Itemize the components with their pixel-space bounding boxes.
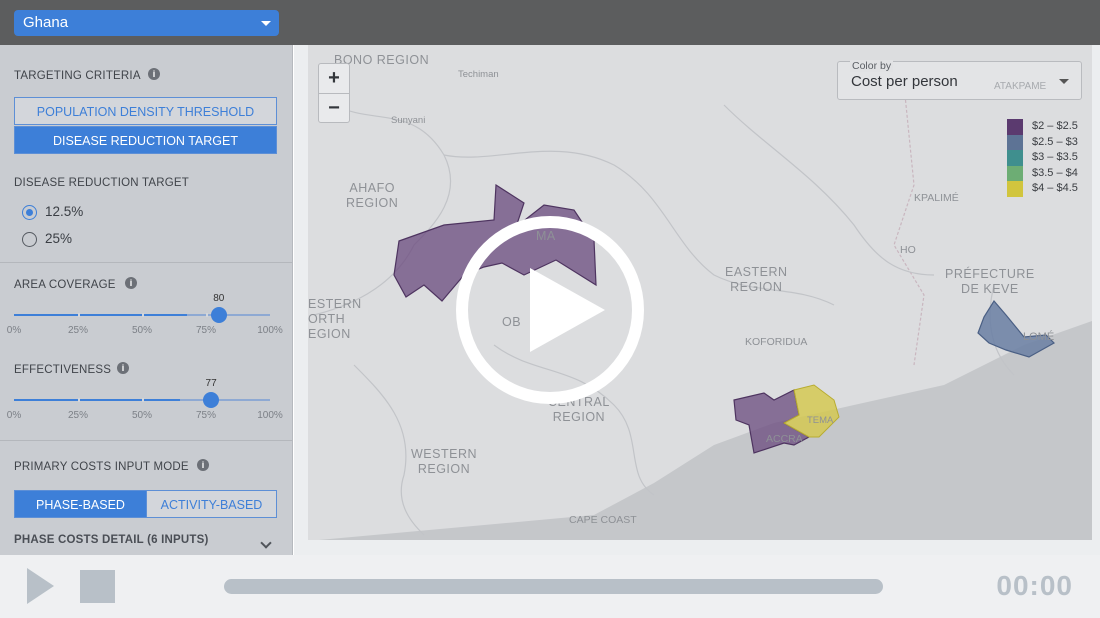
info-icon[interactable]: i	[117, 362, 129, 374]
map-label-ahafo: AHAFO REGION	[346, 181, 399, 210]
map-label-techiman: Techiman	[458, 69, 499, 80]
legend-swatch	[1007, 165, 1023, 181]
radio-label: 12.5%	[45, 204, 84, 219]
slider-tick-label: 25%	[67, 325, 89, 336]
sea-area	[308, 315, 1100, 555]
map-margin	[294, 45, 308, 555]
slider-tick	[142, 313, 144, 317]
slider-tick	[78, 313, 80, 317]
map-label-sunyani: Sunyani	[391, 115, 426, 126]
zoom-out-button[interactable]: −	[319, 94, 349, 123]
slider-thumb[interactable]	[210, 307, 227, 323]
divider	[0, 262, 292, 263]
population-density-threshold-button[interactable]: POPULATION DENSITY THRESHOLD	[14, 97, 277, 125]
disease-reduction-target-heading: DISEASE REDUCTION TARGET	[14, 177, 189, 189]
effectiveness-heading: EFFECTIVENESS	[14, 364, 112, 376]
legend-label: $2.5 – $3	[1032, 135, 1078, 148]
slider-tick	[206, 313, 208, 317]
legend-swatch	[1007, 181, 1023, 197]
legend-swatch	[1007, 119, 1023, 135]
color-by-value: Cost per person	[851, 73, 958, 90]
targeting-criteria-heading: TARGETING CRITERIA	[14, 70, 141, 82]
slider-tick-label: 100%	[257, 325, 283, 336]
stop-icon[interactable]	[80, 570, 115, 603]
primary-costs-heading: PRIMARY COSTS INPUT MODE	[14, 461, 189, 473]
map-label-ho: HO	[900, 244, 916, 256]
map-label-atakpame: ATAKPAME	[994, 81, 1047, 92]
map-label-accra: ACCRA	[766, 433, 803, 445]
slider-track[interactable]	[14, 307, 270, 323]
map-label-cape-coast: CAPE COAST	[569, 514, 637, 526]
legend-label: $3 – $3.5	[1032, 151, 1078, 163]
district-cost-2.5-3[interactable]	[977, 299, 1055, 358]
slider-tick-label: 100%	[257, 410, 283, 421]
radio-checked-icon[interactable]	[22, 205, 37, 220]
legend-swatch	[1007, 134, 1023, 150]
zoom-controls: + −	[318, 63, 350, 123]
area-coverage-heading: AREA COVERAGE	[14, 279, 116, 291]
top-bar: Ghana	[0, 0, 1100, 45]
radio-label: 25%	[45, 231, 73, 246]
slider-tick-label: 0%	[6, 325, 22, 336]
legend-label: $4 – $4.5	[1032, 182, 1078, 194]
legend-swatch	[1007, 150, 1023, 166]
map-label-koforidua: KOFORIDUA	[745, 336, 808, 348]
slider-tick-label: 75%	[195, 325, 217, 336]
color-by-label: Color by	[850, 60, 894, 72]
map-label-prefecture: PRÉFECTURE DE KEVE	[945, 267, 1035, 296]
slider-tick-label: 75%	[195, 410, 217, 421]
map-label-western-north: ESTERN ORTH EGION	[308, 297, 362, 341]
slider-tick	[142, 398, 144, 402]
legend-label: $2 – $2.5	[1032, 120, 1078, 132]
map-margin	[1092, 45, 1100, 555]
country-border	[893, 84, 925, 366]
slider-tick-label: 25%	[67, 410, 89, 421]
caret-down-icon	[261, 21, 271, 26]
slider-value: 77	[205, 378, 217, 389]
sidebar: TARGETING CRITERIA i POPULATION DENSITY …	[0, 45, 293, 555]
slider-tick-label: 50%	[131, 325, 153, 336]
map-label-western: WESTERN REGION	[411, 447, 477, 476]
map-label-eastern: EASTERN REGION	[725, 265, 788, 294]
info-icon[interactable]: i	[125, 277, 137, 289]
divider	[0, 440, 292, 441]
activity-based-button[interactable]: ACTIVITY-BASED	[146, 490, 277, 518]
slider-tick-label: 0%	[6, 410, 22, 421]
slider-fill	[14, 399, 181, 401]
slider-fill	[14, 314, 187, 316]
slider-tick	[78, 398, 80, 402]
country-select[interactable]: Ghana	[14, 10, 279, 36]
slider-track[interactable]	[14, 392, 270, 408]
slider-value: 80	[213, 293, 225, 304]
country-select-value: Ghana	[23, 14, 69, 31]
video-progress-bar[interactable]	[224, 579, 883, 594]
video-player-bar: 00:00	[0, 555, 1100, 618]
video-time: 00:00	[996, 570, 1073, 601]
map-label-kpalime: KPALIMÉ	[914, 192, 959, 204]
chevron-down-icon[interactable]	[260, 537, 272, 549]
zoom-in-button[interactable]: +	[319, 64, 349, 93]
legend-label: $3.5 – $4	[1032, 166, 1078, 179]
info-icon[interactable]: i	[148, 68, 160, 80]
slider-tick-label: 50%	[131, 410, 153, 421]
map-area[interactable]: BONO REGION Techiman Sunyani AHAFO REGIO…	[294, 45, 1100, 555]
color-by-select[interactable]: Color by Cost per person ATAKPAME	[837, 60, 1082, 100]
phase-based-button[interactable]: PHASE-BASED	[14, 490, 147, 518]
info-icon[interactable]: i	[197, 459, 209, 471]
slider-thumb[interactable]	[203, 392, 220, 408]
map-label-lome: LOMÉ	[1023, 331, 1055, 343]
phase-costs-detail-toggle[interactable]: PHASE COSTS DETAIL (6 INPUTS)	[14, 534, 209, 546]
video-play-overlay[interactable]	[456, 216, 644, 404]
map-label-tema: TEMA	[807, 415, 834, 426]
play-icon	[530, 268, 605, 352]
radio-unchecked-icon[interactable]	[22, 232, 37, 247]
caret-down-icon	[1059, 79, 1069, 84]
map-margin	[308, 540, 1092, 555]
play-icon[interactable]	[27, 568, 54, 604]
disease-reduction-target-button[interactable]: DISEASE REDUCTION TARGET	[14, 126, 277, 154]
